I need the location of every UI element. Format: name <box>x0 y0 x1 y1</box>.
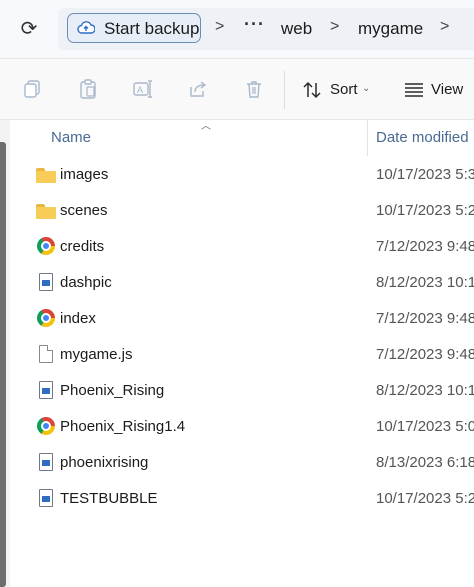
file-date: 10/17/2023 5:28 <box>376 202 474 219</box>
file-date: 8/13/2023 6:18 <box>376 454 474 471</box>
navigation-scrollbar[interactable] <box>0 142 6 587</box>
file-name: Phoenix_Rising1.4 <box>60 418 186 435</box>
image-file-icon <box>39 381 53 399</box>
file-name: phoenixrising <box>60 454 149 471</box>
column-header: ︿ Name Date modified <box>10 120 474 156</box>
file-name: credits <box>60 238 105 255</box>
list-item[interactable]: mygame.js 7/12/2023 9:48 <box>10 336 474 372</box>
column-divider[interactable] <box>367 120 368 156</box>
file-name: dashpic <box>60 274 112 291</box>
chevron-right-icon[interactable]: > <box>330 18 339 36</box>
file-icon <box>39 345 53 363</box>
list-item[interactable]: phoenixrising 8/13/2023 6:18 <box>10 444 474 480</box>
start-backup-label: Start backup <box>104 19 200 38</box>
list-item[interactable]: index 7/12/2023 9:48 <box>10 300 474 336</box>
rename-icon[interactable]: A <box>133 79 153 99</box>
start-backup-button[interactable]: Start backup <box>67 13 201 43</box>
image-file-icon <box>39 273 53 291</box>
file-date: 10/17/2023 5:28 <box>376 490 474 507</box>
image-file-icon <box>39 489 53 507</box>
cloud-upload-icon <box>77 21 95 34</box>
list-item[interactable]: TESTBUBBLE 10/17/2023 5:28 <box>10 480 474 516</box>
list-item[interactable]: images 10/17/2023 5:31 <box>10 156 474 192</box>
sort-ascending-icon: ︿ <box>201 121 211 132</box>
folder-icon <box>36 168 56 183</box>
chrome-icon <box>37 237 55 255</box>
file-name: index <box>60 310 96 327</box>
chevron-right-icon[interactable]: > <box>215 18 224 36</box>
column-name[interactable]: Name <box>51 129 91 146</box>
sort-icon <box>303 81 321 99</box>
chevron-right-icon[interactable]: > <box>440 18 449 36</box>
view-label: View <box>431 81 464 98</box>
column-date-modified[interactable]: Date modified <box>376 129 469 146</box>
file-date: 7/12/2023 9:48 <box>376 310 474 327</box>
file-date: 7/12/2023 9:48 <box>376 346 474 363</box>
file-date: 8/12/2023 10:18 <box>376 274 474 291</box>
chevron-down-icon: ⌄ <box>362 83 371 94</box>
folder-icon <box>36 204 56 219</box>
file-name: Phoenix_Rising <box>60 382 165 399</box>
list-item[interactable]: Phoenix_Rising1.4 10/17/2023 5:09 <box>10 408 474 444</box>
file-date: 10/17/2023 5:31 <box>376 166 474 183</box>
breadcrumb-mygame[interactable]: mygame <box>358 19 423 39</box>
svg-text:A: A <box>137 85 143 95</box>
share-icon[interactable] <box>188 79 208 99</box>
breadcrumb: Start backup > ··· web > mygame > <box>58 8 474 50</box>
image-file-icon <box>39 453 53 471</box>
paste-icon[interactable] <box>78 79 98 99</box>
command-bar: A Sort ⌄ View <box>0 58 474 120</box>
file-name: images <box>60 166 109 183</box>
more-crumbs-button[interactable]: ··· <box>244 14 265 35</box>
delete-icon[interactable] <box>244 79 264 99</box>
address-bar: ⟳ Start backup > ··· web > mygame > <box>0 0 474 58</box>
breadcrumb-web[interactable]: web <box>281 19 312 39</box>
file-name: mygame.js <box>60 346 133 363</box>
copy-icon[interactable] <box>22 79 42 99</box>
file-date: 7/12/2023 9:48 <box>376 238 474 255</box>
file-name: TESTBUBBLE <box>60 490 158 507</box>
list-item[interactable]: dashpic 8/12/2023 10:18 <box>10 264 474 300</box>
chrome-icon <box>37 417 55 435</box>
chrome-icon <box>37 309 55 327</box>
file-name: scenes <box>60 202 108 219</box>
toolbar-divider <box>284 71 285 109</box>
file-date: 10/17/2023 5:09 <box>376 418 474 435</box>
list-item[interactable]: credits 7/12/2023 9:48 <box>10 228 474 264</box>
file-date: 8/12/2023 10:18 <box>376 382 474 399</box>
view-list-icon <box>405 83 423 97</box>
refresh-icon[interactable]: ⟳ <box>18 18 40 40</box>
list-item[interactable]: scenes 10/17/2023 5:28 <box>10 192 474 228</box>
sort-label: Sort <box>330 81 358 98</box>
list-item[interactable]: Phoenix_Rising 8/12/2023 10:18 <box>10 372 474 408</box>
